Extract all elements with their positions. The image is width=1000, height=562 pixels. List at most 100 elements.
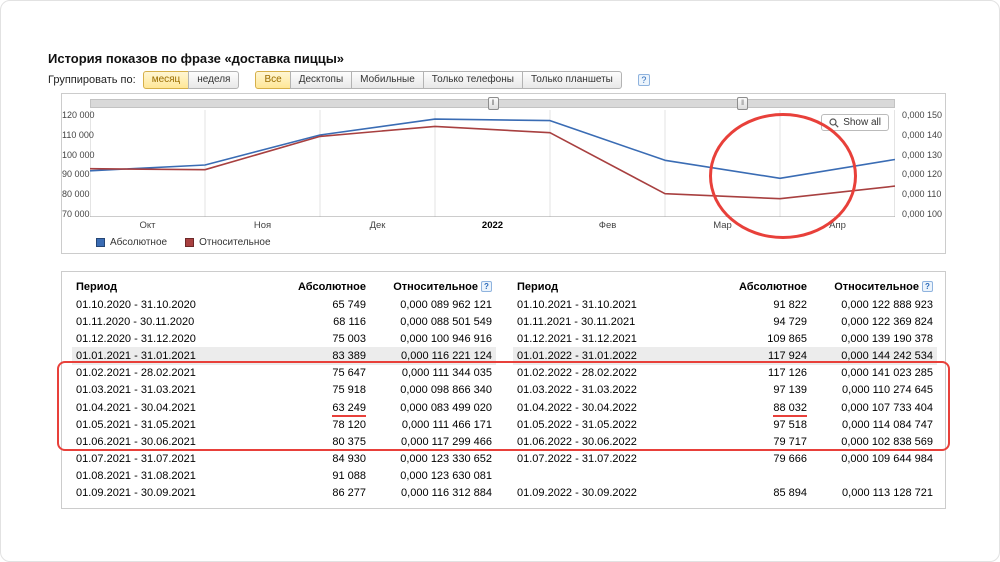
- magnifier-icon: [829, 118, 839, 128]
- device-option-desktop[interactable]: Десктопы: [290, 71, 352, 89]
- history-table-right: Период Абсолютное Относительное? 01.10.2…: [513, 278, 937, 502]
- period-option-week[interactable]: неделя: [188, 71, 239, 89]
- wordstat-page: История показов по фразе «доставка пиццы…: [0, 0, 1000, 562]
- table-row: 01.10.2020 - 31.10.202065 7490,000 089 9…: [72, 296, 496, 313]
- cell-period: 01.02.2021 - 28.02.2021: [72, 365, 262, 382]
- col-header-period: Период: [513, 278, 703, 296]
- cell-absolute: 68 116: [262, 313, 370, 330]
- range-slider-handle[interactable]: ‖: [488, 97, 499, 110]
- table-row: 01.09.2022 - 30.09.202285 8940,000 113 1…: [513, 485, 937, 502]
- cell-relative: 0,000 102 838 569: [811, 433, 937, 450]
- cell-absolute: 80 375: [262, 433, 370, 450]
- cell-absolute: 88 032: [703, 399, 811, 416]
- table-row: 01.05.2022 - 31.05.202297 5180,000 114 0…: [513, 416, 937, 433]
- cell-absolute: 91 088: [262, 468, 370, 485]
- col-header-relative-label: Относительное: [393, 281, 478, 293]
- cell-relative: [811, 468, 937, 485]
- col-header-absolute: Абсолютное: [703, 278, 811, 296]
- x-axis-label: Дек: [338, 220, 418, 231]
- cell-relative: 0,000 100 946 916: [370, 330, 496, 347]
- cell-period: [513, 468, 703, 485]
- cell-relative: 0,000 111 466 171: [370, 416, 496, 433]
- table-header-row: Период Абсолютное Относительное?: [72, 278, 496, 296]
- underlined-value: 63 249: [332, 402, 366, 417]
- cell-period: 01.08.2021 - 31.08.2021: [72, 468, 262, 485]
- cell-relative: 0,000 110 274 645: [811, 382, 937, 399]
- cell-absolute: 109 865: [703, 330, 811, 347]
- cell-relative: 0,000 109 644 984: [811, 450, 937, 467]
- cell-relative: 0,000 123 630 081: [370, 468, 496, 485]
- cell-relative: 0,000 098 866 340: [370, 382, 496, 399]
- cell-absolute: 84 930: [262, 450, 370, 467]
- table-row: 01.07.2022 - 31.07.202279 6660,000 109 6…: [513, 450, 937, 467]
- table-row: 01.12.2020 - 31.12.202075 0030,000 100 9…: [72, 330, 496, 347]
- help-icon[interactable]: ?: [922, 281, 933, 292]
- table-row: 01.01.2022 - 31.01.2022117 9240,000 144 …: [513, 347, 937, 364]
- x-axis-label: Ноя: [223, 220, 303, 231]
- cell-period: 01.12.2020 - 31.12.2020: [72, 330, 262, 347]
- help-icon[interactable]: ?: [638, 74, 650, 86]
- table-row: 01.04.2022 - 30.04.202288 0320,000 107 7…: [513, 399, 937, 416]
- y-axis-label: 0,000 150: [902, 110, 942, 120]
- cell-period: 01.02.2022 - 28.02.2022: [513, 365, 703, 382]
- legend-item: Относительное: [185, 237, 270, 248]
- table-header-row: Период Абсолютное Относительное?: [513, 278, 937, 296]
- range-slider-handle[interactable]: ‖: [737, 97, 748, 110]
- legend-item: Абсолютное: [96, 237, 167, 248]
- legend-label: Абсолютное: [110, 237, 167, 248]
- chart-legend: Абсолютное Относительное: [96, 237, 271, 248]
- cell-absolute: 97 139: [703, 382, 811, 399]
- y-axis-label: 110 000: [62, 130, 86, 140]
- cell-period: 01.03.2021 - 31.03.2021: [72, 382, 262, 399]
- table-row: 01.08.2021 - 31.08.202191 0880,000 123 6…: [72, 468, 496, 485]
- cell-period: 01.12.2021 - 31.12.2021: [513, 330, 703, 347]
- device-option-tablets[interactable]: Только планшеты: [522, 71, 622, 89]
- show-all-button[interactable]: Show all: [821, 114, 889, 131]
- cell-absolute: 117 126: [703, 365, 811, 382]
- table-row: 01.04.2021 - 30.04.202163 2490,000 083 4…: [72, 399, 496, 416]
- cell-relative: 0,000 083 499 020: [370, 399, 496, 416]
- table-row: 01.02.2021 - 28.02.202175 6470,000 111 3…: [72, 365, 496, 382]
- table-row: 01.10.2021 - 31.10.202191 8220,000 122 8…: [513, 296, 937, 313]
- y-axis-label: 0,000 120: [902, 169, 942, 179]
- cell-period: 01.06.2022 - 30.06.2022: [513, 433, 703, 450]
- cell-period: 01.11.2021 - 30.11.2021: [513, 313, 703, 330]
- cell-relative: 0,000 088 501 549: [370, 313, 496, 330]
- col-header-relative: Относительное?: [370, 278, 496, 296]
- cell-period: 01.03.2022 - 31.03.2022: [513, 382, 703, 399]
- cell-absolute: 86 277: [262, 485, 370, 502]
- table-row: 01.06.2022 - 30.06.202279 7170,000 102 8…: [513, 433, 937, 450]
- cell-absolute: 75 647: [262, 365, 370, 382]
- table-row: [513, 468, 937, 485]
- history-table-left: Период Абсолютное Относительное? 01.10.2…: [72, 278, 496, 502]
- table-row: 01.03.2021 - 31.03.202175 9180,000 098 8…: [72, 382, 496, 399]
- cell-absolute: 75 003: [262, 330, 370, 347]
- y-axis-label: 70 000: [62, 209, 86, 219]
- device-option-mobile[interactable]: Мобильные: [351, 71, 424, 89]
- y-axis-label: 0,000 140: [902, 130, 942, 140]
- cell-relative: 0,000 116 221 124: [370, 347, 496, 364]
- group-by-label: Группировать по:: [48, 74, 136, 86]
- cell-period: 01.06.2021 - 30.06.2021: [72, 433, 262, 450]
- device-option-all[interactable]: Все: [255, 71, 290, 89]
- legend-swatch: [96, 238, 105, 247]
- period-option-month[interactable]: месяц: [143, 71, 190, 89]
- x-axis-label: Апр: [798, 220, 878, 231]
- cell-period: 01.09.2021 - 30.09.2021: [72, 485, 262, 502]
- help-icon[interactable]: ?: [481, 281, 492, 292]
- cell-period: 01.05.2022 - 31.05.2022: [513, 416, 703, 433]
- cell-period: 01.11.2020 - 30.11.2020: [72, 313, 262, 330]
- x-axis-label: Фев: [568, 220, 648, 231]
- table-row: 01.07.2021 - 31.07.202184 9300,000 123 3…: [72, 450, 496, 467]
- col-header-period: Период: [72, 278, 262, 296]
- cell-absolute: 79 666: [703, 450, 811, 467]
- page-title: История показов по фразе «доставка пиццы…: [48, 51, 344, 66]
- y-axis-label: 0,000 130: [902, 150, 942, 160]
- cell-absolute: 85 894: [703, 485, 811, 502]
- cell-period: 01.09.2022 - 30.09.2022: [513, 485, 703, 502]
- cell-absolute: 63 249: [262, 399, 370, 416]
- device-option-phones[interactable]: Только телефоны: [423, 71, 523, 89]
- table-row: 01.05.2021 - 31.05.202178 1200,000 111 4…: [72, 416, 496, 433]
- legend-label: Относительное: [199, 237, 270, 248]
- table-row: 01.09.2021 - 30.09.202186 2770,000 116 3…: [72, 485, 496, 502]
